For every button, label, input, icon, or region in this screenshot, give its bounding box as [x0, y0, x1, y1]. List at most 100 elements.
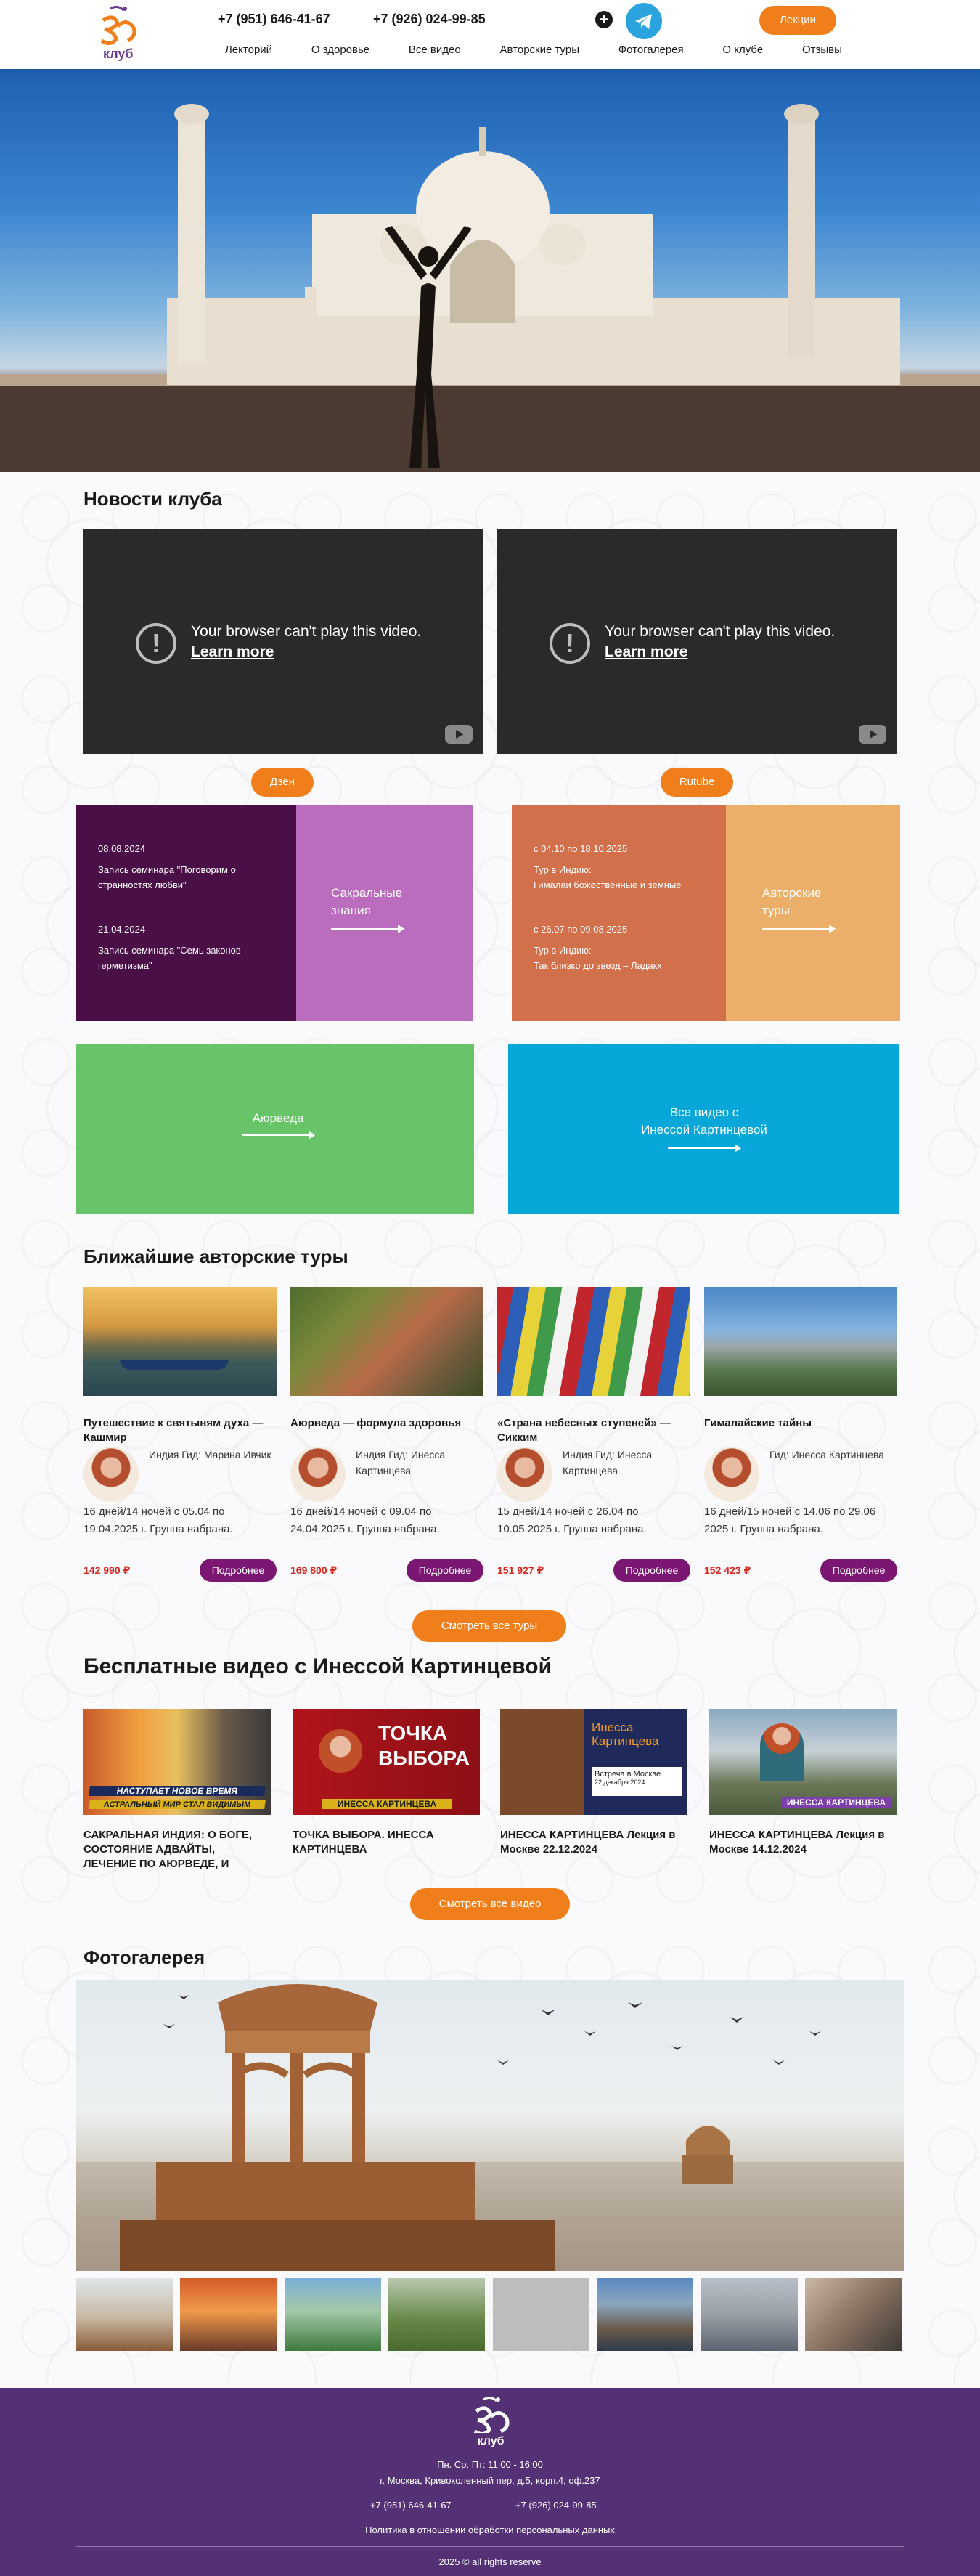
author-tours-tile[interactable]: Авторские туры — [726, 805, 900, 1021]
telegram-icon — [635, 14, 652, 29]
privacy-policy-link[interactable]: Политика в отношении обработки персональ… — [0, 2524, 980, 2535]
tour-footer: 152 423 ₽ Подробнее — [704, 1559, 897, 1583]
tour-title[interactable]: «Страна небесных ступеней» — Сикким — [497, 1416, 690, 1447]
video-player-dzen[interactable]: ! Your browser can't play this video. Le… — [83, 529, 483, 754]
tour-guide: Индия Гид: Инесса Картинцева — [497, 1447, 690, 1503]
dzen-button[interactable]: Дзен — [251, 768, 314, 797]
learn-more-link[interactable]: Learn more — [605, 643, 687, 660]
speaker-photo — [760, 1723, 804, 1781]
news-text[interactable]: Запись семинара "Семь законов герметизма… — [98, 943, 279, 973]
lectures-button[interactable]: Лекции — [759, 6, 836, 35]
learn-more-link[interactable]: Learn more — [191, 643, 274, 660]
nav-item-tours[interactable]: Авторские туры — [500, 44, 579, 56]
tour-title[interactable]: Гималайские тайны — [704, 1416, 897, 1447]
logo-text: клуб — [477, 2435, 505, 2447]
free-video-card[interactable]: НАСТУПАЕТ НОВОЕ ВРЕМЯ АСТРАЛЬНЫЙ МИР СТА… — [83, 1709, 271, 1872]
nav-item-reviews[interactable]: Отзывы — [802, 44, 842, 56]
tour-image-himalaya[interactable] — [704, 1287, 897, 1396]
phone-1[interactable]: +7 (951) 646-41-67 — [218, 12, 330, 27]
tour-card[interactable]: Аюрведа — формула здоровья Индия Гид: Ин… — [290, 1287, 483, 1583]
video-thumbnail[interactable]: НАСТУПАЕТ НОВОЕ ВРЕМЯ АСТРАЛЬНЫЙ МИР СТА… — [83, 1709, 271, 1815]
gallery-thumb[interactable] — [180, 2278, 277, 2351]
all-tours-button[interactable]: Смотреть все туры — [412, 1610, 566, 1642]
phone-2[interactable]: +7 (926) 024-99-85 — [373, 12, 486, 27]
tour-price: 151 927 ₽ — [497, 1564, 544, 1576]
tour-guide: Гид: Инесса Картинцева — [704, 1447, 897, 1503]
video-title[interactable]: ИНЕССА КАРТИНЦЕВА Лекция в Москве 14.12.… — [709, 1828, 897, 1857]
arrow-right-icon — [331, 925, 404, 933]
tour-details-button[interactable]: Подробнее — [200, 1559, 277, 1582]
thumb-caption: ИНЕССА КАРТИНЦЕВА — [322, 1799, 452, 1809]
tour-card[interactable]: Путешествие к святыням духа — Кашмир Инд… — [83, 1287, 277, 1583]
youtube-icon[interactable] — [445, 725, 473, 744]
footer-phone-1[interactable]: +7 (951) 646-41-67 — [370, 2500, 452, 2511]
tour-card[interactable]: Гималайские тайны Гид: Инесса Картинцева… — [704, 1287, 897, 1583]
footer-logo[interactable]: клуб — [469, 2395, 513, 2447]
guide-avatar — [83, 1447, 139, 1502]
video-thumbnail[interactable]: Инесса Картинцева Встреча в Москве 22 де… — [500, 1709, 687, 1815]
free-video-card[interactable]: ИНЕССА КАРТИНЦЕВА ИНЕССА КАРТИНЦЕВА Лекц… — [709, 1709, 897, 1857]
warning-icon: ! — [136, 623, 176, 664]
tour-details-button[interactable]: Подробнее — [407, 1559, 483, 1582]
warning-icon: ! — [550, 623, 590, 664]
free-video-card[interactable]: Инесса Картинцева Встреча в Москве 22 де… — [500, 1709, 687, 1857]
news-text[interactable]: Запись семинара "Поговорим о странностях… — [98, 862, 279, 893]
tour-image-kashmir[interactable] — [83, 1287, 277, 1396]
sacred-knowledge-label: Сакральные знания — [331, 885, 404, 933]
sacred-knowledge-tile[interactable]: Сакральные знания — [296, 805, 473, 1021]
youtube-icon[interactable] — [859, 725, 886, 744]
tour-title[interactable]: Путешествие к святыням духа — Кашмир — [83, 1416, 277, 1447]
footer-address: г. Москва, Кривоколенный пер, д.5, корп.… — [380, 2475, 600, 2486]
tour-image-ayurveda[interactable] — [290, 1287, 483, 1396]
gallery-thumb[interactable] — [388, 2278, 485, 2351]
sacred-news-panel[interactable]: 08.08.2024 Запись семинара "Поговорим о … — [76, 805, 296, 1021]
gallery-thumb[interactable] — [76, 2278, 173, 2351]
video-title[interactable]: ИНЕССА КАРТИНЦЕВА Лекция в Москве 22.12.… — [500, 1828, 687, 1857]
tour-details-button[interactable]: Подробнее — [820, 1559, 897, 1582]
video-player-rutube[interactable]: ! Your browser can't play this video. Le… — [497, 529, 897, 754]
video-thumbnail[interactable]: ИНЕССА КАРТИНЦЕВА — [709, 1709, 897, 1815]
arrow-right-icon — [762, 925, 836, 933]
gallery-thumb[interactable] — [597, 2278, 693, 2351]
free-video-card[interactable]: ТОЧКА ВЫБОРА ИНЕССА КАРТИНЦЕВА ТОЧКА ВЫБ… — [293, 1709, 480, 1857]
video-thumbnail[interactable]: ТОЧКА ВЫБОРА ИНЕССА КАРТИНЦЕВА — [293, 1709, 480, 1815]
club-logo[interactable]: клуб — [96, 4, 139, 64]
video-error-message: Your browser can't play this video. Lear… — [191, 622, 421, 662]
nav-item-all-videos[interactable]: Все видео — [409, 44, 461, 56]
nav-item-gallery[interactable]: Фотогалерея — [618, 44, 684, 56]
gallery-thumb[interactable] — [805, 2278, 902, 2351]
nav-item-lectorium[interactable]: Лекторий — [225, 44, 272, 56]
tour-text[interactable]: Гималаи божественные и земные — [534, 877, 715, 893]
boat-shape — [120, 1360, 229, 1370]
tour-details-button[interactable]: Подробнее — [613, 1559, 690, 1582]
gallery-thumb[interactable] — [493, 2278, 589, 2351]
ayurveda-label: Аюрведа — [242, 1111, 315, 1139]
nav-item-about[interactable]: О клубе — [722, 44, 763, 56]
om-logo-icon — [473, 2396, 510, 2436]
all-videos-tile[interactable]: Все видео с Инессой Картинцевой — [508, 1044, 899, 1214]
ayurveda-tile[interactable]: Аюрведа — [76, 1044, 474, 1214]
tour-image-sikkim[interactable] — [497, 1287, 690, 1396]
video-title[interactable]: ТОЧКА ВЫБОРА. ИНЕССА КАРТИНЦЕВА — [293, 1828, 480, 1857]
tours-news-panel[interactable]: с 04.10 по 18.10.2025 Тур в Индию: Гимал… — [512, 805, 726, 1021]
rutube-button[interactable]: Rutube — [661, 768, 733, 797]
gallery-main-image[interactable] — [76, 1980, 904, 2271]
guide-text: Индия Гид: Инесса Картинцева — [563, 1449, 653, 1476]
guide-avatar — [290, 1447, 346, 1502]
telegram-button[interactable] — [626, 3, 662, 39]
gallery-thumb[interactable] — [701, 2278, 798, 2351]
tour-card[interactable]: «Страна небесных ступеней» — Сикким Инди… — [497, 1287, 690, 1583]
video-title[interactable]: САКРАЛЬНАЯ ИНДИЯ: О БОГЕ, СОСТОЯНИЕ АДВА… — [83, 1828, 271, 1872]
thumb-caption: ВЫБОРА — [378, 1747, 470, 1769]
label-line: Аюрведа — [252, 1111, 304, 1125]
all-videos-button[interactable]: Смотреть все видео — [410, 1888, 570, 1920]
tour-title[interactable]: Аюрведа — формула здоровья — [290, 1416, 483, 1447]
tour-text[interactable]: Так близко до звезд – Ладакх — [534, 958, 715, 973]
plus-icon[interactable]: + — [595, 11, 613, 28]
footer-phone-2[interactable]: +7 (926) 024-99-85 — [515, 2500, 597, 2511]
label-line: Авторские — [762, 886, 822, 900]
nav-item-health[interactable]: О здоровье — [311, 44, 369, 56]
logo-text: клуб — [103, 46, 134, 61]
pavilion-lake-illustration — [76, 1984, 904, 2271]
gallery-thumb[interactable] — [285, 2278, 381, 2351]
